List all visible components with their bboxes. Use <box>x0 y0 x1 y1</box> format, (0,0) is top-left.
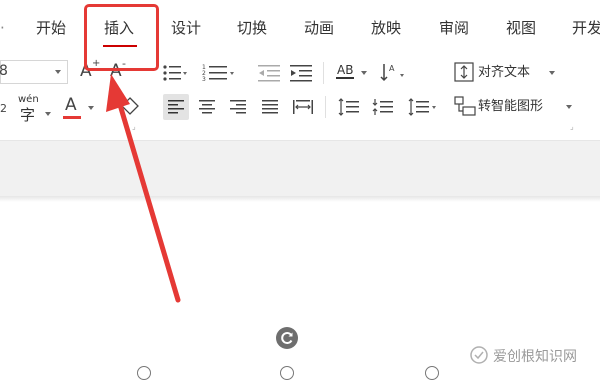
annotation-arrow <box>106 74 181 303</box>
watermark-logo-icon <box>470 346 488 364</box>
watermark-text: 爱创根知识网 <box>493 349 577 365</box>
